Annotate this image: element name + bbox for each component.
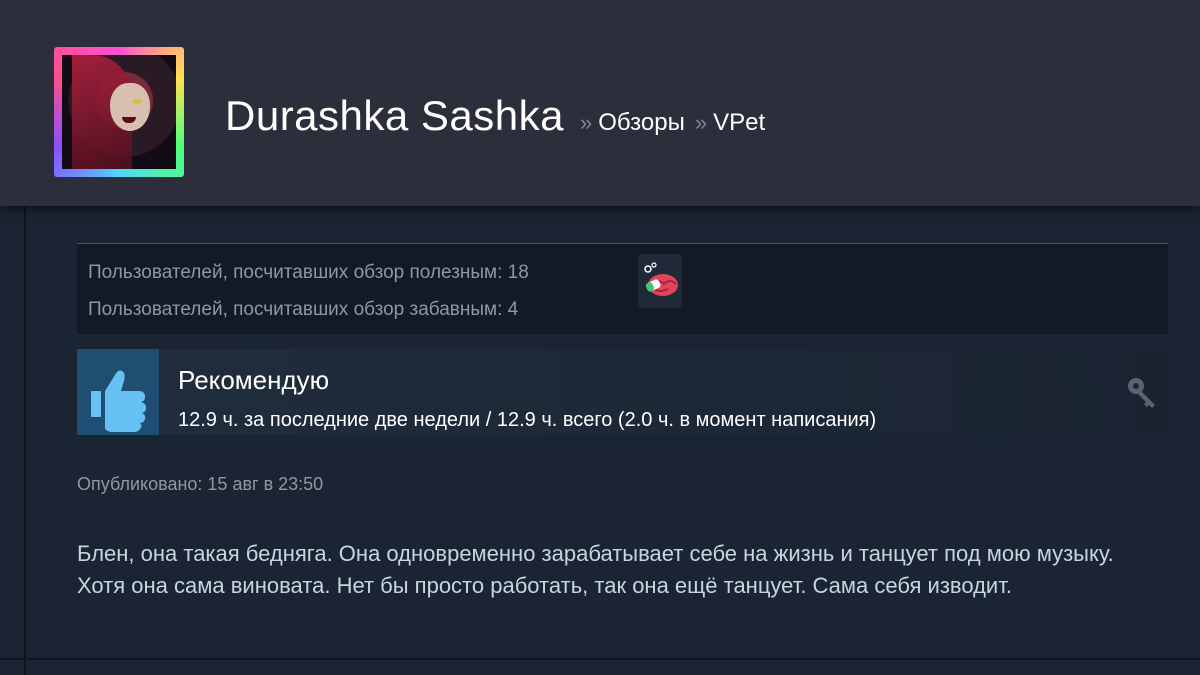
review-votes-panel: Пользователей, посчитавших обзор полезны… [77, 243, 1168, 334]
username-link[interactable]: Durashka Sashka [225, 92, 564, 140]
playtime-hours: 12.9 ч. за последние две недели / 12.9 ч… [178, 409, 877, 431]
profile-header: Durashka Sashka » Обзоры » VPet [0, 0, 1200, 206]
divider [0, 658, 1200, 660]
avatar[interactable] [54, 47, 184, 177]
posted-date: Опубликовано: 15 авг в 23:50 [77, 474, 324, 494]
brain-award-icon[interactable] [638, 254, 682, 308]
breadcrumb-separator: » [694, 110, 708, 135]
breadcrumb: Durashka Sashka » Обзоры » VPet [225, 92, 765, 140]
breadcrumb-reviews-link[interactable]: Обзоры [598, 109, 685, 137]
recommendation-banner: Рекомендую 12.9 ч. за последние две неде… [77, 349, 1168, 435]
thumbs-up-icon [77, 349, 159, 435]
funny-count: Пользователей, посчитавших обзор забавны… [88, 299, 519, 320]
key-icon [1125, 375, 1159, 409]
avatar-image [62, 55, 176, 169]
review-body: Блен, она такая бедняга. Она одновременн… [77, 541, 1114, 598]
helpful-count: Пользователей, посчитавших обзор полезны… [88, 262, 529, 283]
breadcrumb-separator: » [580, 110, 593, 135]
breadcrumb-game-link[interactable]: VPet [713, 109, 765, 137]
recommendation-title: Рекомендую [178, 365, 330, 395]
divider [24, 206, 26, 675]
